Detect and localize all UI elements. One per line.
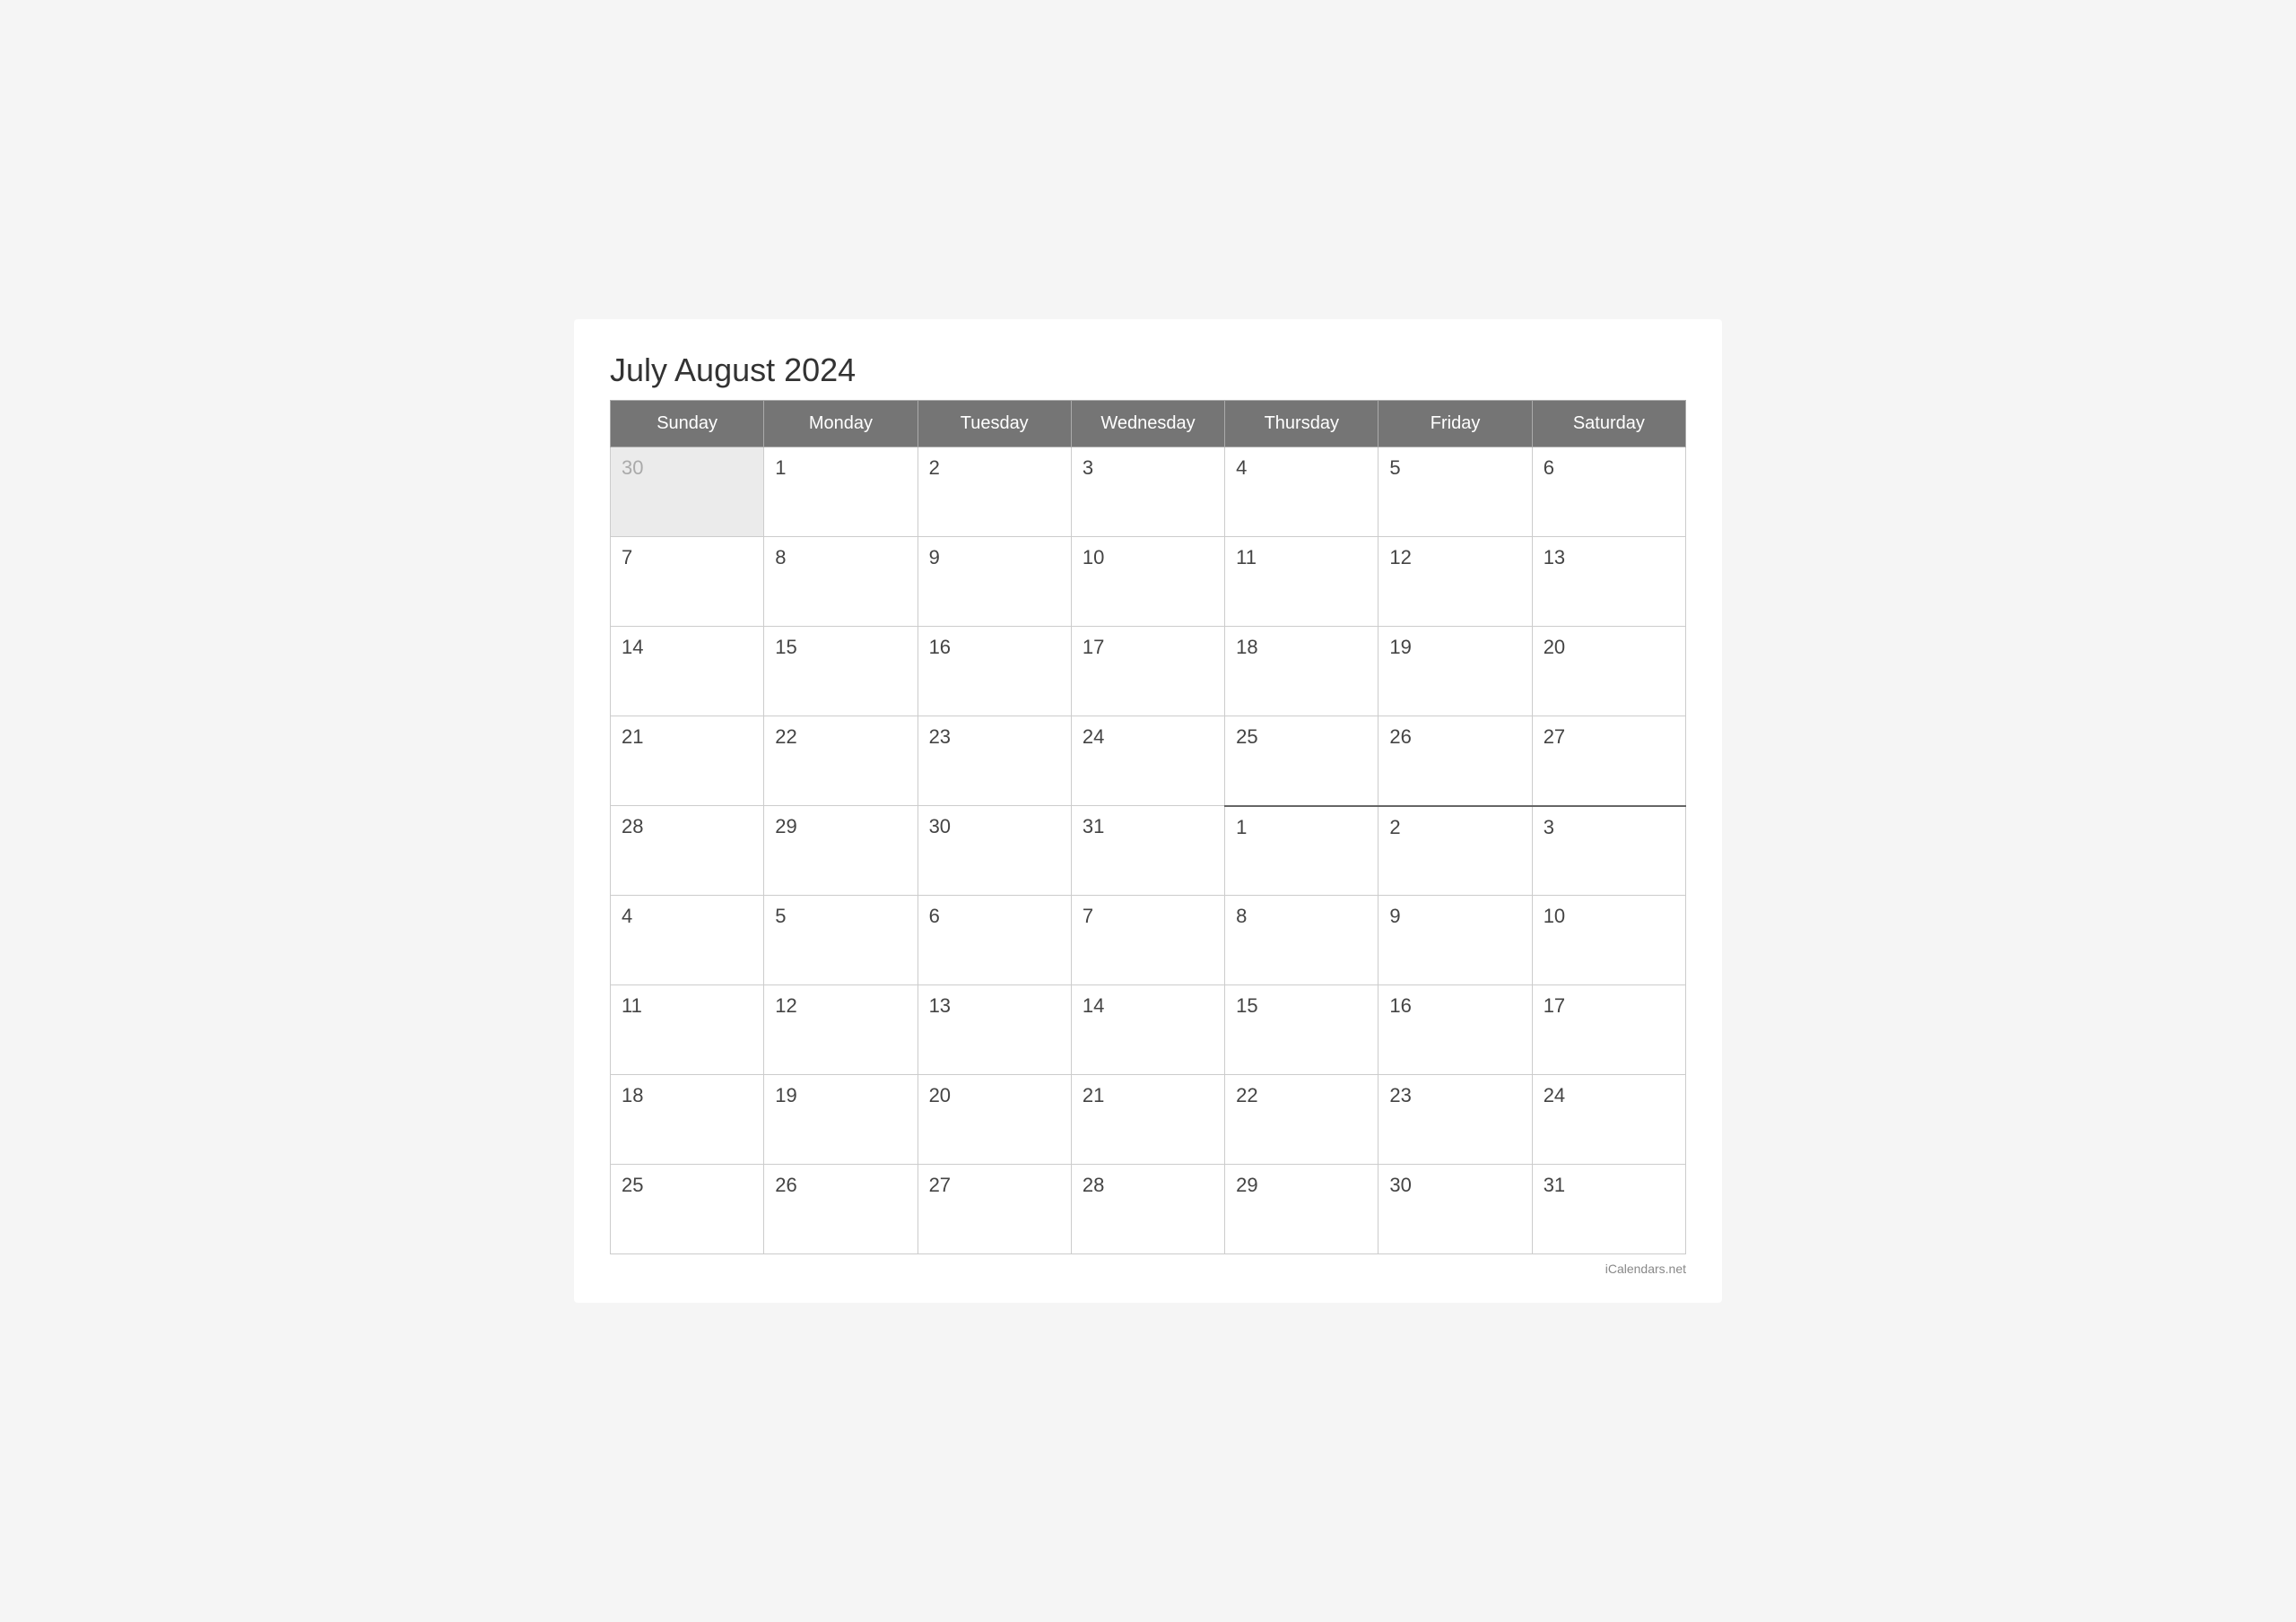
header-cell-sunday: Sunday xyxy=(611,401,764,447)
calendar-day-cell[interactable]: 21 xyxy=(1071,1075,1224,1165)
calendar-day-cell[interactable]: 18 xyxy=(1225,627,1378,716)
calendar-day-cell[interactable]: 13 xyxy=(918,985,1071,1075)
calendar-day-cell[interactable]: 23 xyxy=(918,716,1071,806)
header-row: SundayMondayTuesdayWednesdayThursdayFrid… xyxy=(611,401,1686,447)
calendar-day-cell[interactable]: 22 xyxy=(764,716,918,806)
calendar-day-cell[interactable]: 1 xyxy=(1225,806,1378,896)
calendar-week-row: 30123456 xyxy=(611,447,1686,537)
calendar-week-row: 28293031123 xyxy=(611,806,1686,896)
calendar-day-cell[interactable]: 19 xyxy=(1378,627,1532,716)
calendar-day-cell[interactable]: 5 xyxy=(1378,447,1532,537)
calendar-day-cell[interactable]: 13 xyxy=(1532,537,1685,627)
calendar-day-cell[interactable]: 10 xyxy=(1532,896,1685,985)
calendar-day-cell[interactable]: 26 xyxy=(1378,716,1532,806)
calendar-day-cell[interactable]: 15 xyxy=(1225,985,1378,1075)
calendar-day-cell[interactable]: 7 xyxy=(611,537,764,627)
calendar-day-cell[interactable]: 10 xyxy=(1071,537,1224,627)
header-cell-saturday: Saturday xyxy=(1532,401,1685,447)
calendar-day-cell[interactable]: 24 xyxy=(1071,716,1224,806)
calendar-day-cell[interactable]: 30 xyxy=(918,806,1071,896)
footer-text: iCalendars.net xyxy=(1605,1262,1686,1276)
calendar-day-cell[interactable]: 4 xyxy=(611,896,764,985)
calendar-day-cell[interactable]: 27 xyxy=(918,1165,1071,1254)
calendar-day-cell[interactable]: 31 xyxy=(1071,806,1224,896)
header-cell-friday: Friday xyxy=(1378,401,1532,447)
calendar-day-cell[interactable]: 11 xyxy=(1225,537,1378,627)
calendar-day-cell[interactable]: 25 xyxy=(611,1165,764,1254)
calendar-day-cell[interactable]: 29 xyxy=(764,806,918,896)
calendar-day-cell[interactable]: 22 xyxy=(1225,1075,1378,1165)
calendar-week-row: 78910111213 xyxy=(611,537,1686,627)
calendar-day-cell[interactable]: 3 xyxy=(1532,806,1685,896)
calendar-week-row: 21222324252627 xyxy=(611,716,1686,806)
calendar-day-cell[interactable]: 9 xyxy=(1378,896,1532,985)
calendar-day-cell[interactable]: 18 xyxy=(611,1075,764,1165)
calendar-week-row: 45678910 xyxy=(611,896,1686,985)
header-cell-wednesday: Wednesday xyxy=(1071,401,1224,447)
calendar-day-cell[interactable]: 28 xyxy=(1071,1165,1224,1254)
calendar-day-cell[interactable]: 2 xyxy=(918,447,1071,537)
calendar-day-cell[interactable]: 8 xyxy=(764,537,918,627)
calendar-header: SundayMondayTuesdayWednesdayThursdayFrid… xyxy=(611,401,1686,447)
calendar-day-cell[interactable]: 31 xyxy=(1532,1165,1685,1254)
calendar-week-row: 25262728293031 xyxy=(611,1165,1686,1254)
calendar-day-cell[interactable]: 20 xyxy=(918,1075,1071,1165)
calendar-day-cell[interactable]: 11 xyxy=(611,985,764,1075)
calendar-day-cell[interactable]: 2 xyxy=(1378,806,1532,896)
calendar-day-cell[interactable]: 4 xyxy=(1225,447,1378,537)
calendar-body: 3012345678910111213141516171819202122232… xyxy=(611,447,1686,1254)
header-cell-monday: Monday xyxy=(764,401,918,447)
calendar-day-cell[interactable]: 26 xyxy=(764,1165,918,1254)
calendar-day-cell[interactable]: 25 xyxy=(1225,716,1378,806)
calendar-day-cell[interactable]: 6 xyxy=(1532,447,1685,537)
calendar-day-cell[interactable]: 8 xyxy=(1225,896,1378,985)
calendar-day-cell[interactable]: 17 xyxy=(1071,627,1224,716)
header-cell-thursday: Thursday xyxy=(1225,401,1378,447)
footer: iCalendars.net xyxy=(610,1262,1686,1276)
calendar-table: SundayMondayTuesdayWednesdayThursdayFrid… xyxy=(610,400,1686,1254)
calendar-day-cell[interactable]: 30 xyxy=(611,447,764,537)
calendar-day-cell[interactable]: 20 xyxy=(1532,627,1685,716)
calendar-day-cell[interactable]: 15 xyxy=(764,627,918,716)
calendar-title: July August 2024 xyxy=(610,351,1686,389)
calendar-day-cell[interactable]: 3 xyxy=(1071,447,1224,537)
header-cell-tuesday: Tuesday xyxy=(918,401,1071,447)
calendar-day-cell[interactable]: 27 xyxy=(1532,716,1685,806)
calendar-day-cell[interactable]: 9 xyxy=(918,537,1071,627)
calendar-day-cell[interactable]: 29 xyxy=(1225,1165,1378,1254)
calendar-day-cell[interactable]: 30 xyxy=(1378,1165,1532,1254)
calendar-day-cell[interactable]: 17 xyxy=(1532,985,1685,1075)
calendar-week-row: 18192021222324 xyxy=(611,1075,1686,1165)
calendar-day-cell[interactable]: 16 xyxy=(918,627,1071,716)
calendar-day-cell[interactable]: 21 xyxy=(611,716,764,806)
calendar-day-cell[interactable]: 7 xyxy=(1071,896,1224,985)
calendar-week-row: 14151617181920 xyxy=(611,627,1686,716)
calendar-day-cell[interactable]: 12 xyxy=(764,985,918,1075)
calendar-week-row: 11121314151617 xyxy=(611,985,1686,1075)
calendar-day-cell[interactable]: 28 xyxy=(611,806,764,896)
calendar-day-cell[interactable]: 12 xyxy=(1378,537,1532,627)
calendar-day-cell[interactable]: 6 xyxy=(918,896,1071,985)
calendar-day-cell[interactable]: 16 xyxy=(1378,985,1532,1075)
calendar-container: July August 2024 SundayMondayTuesdayWedn… xyxy=(574,319,1722,1303)
calendar-day-cell[interactable]: 24 xyxy=(1532,1075,1685,1165)
calendar-day-cell[interactable]: 1 xyxy=(764,447,918,537)
calendar-day-cell[interactable]: 19 xyxy=(764,1075,918,1165)
calendar-day-cell[interactable]: 5 xyxy=(764,896,918,985)
calendar-day-cell[interactable]: 23 xyxy=(1378,1075,1532,1165)
calendar-day-cell[interactable]: 14 xyxy=(1071,985,1224,1075)
calendar-day-cell[interactable]: 14 xyxy=(611,627,764,716)
